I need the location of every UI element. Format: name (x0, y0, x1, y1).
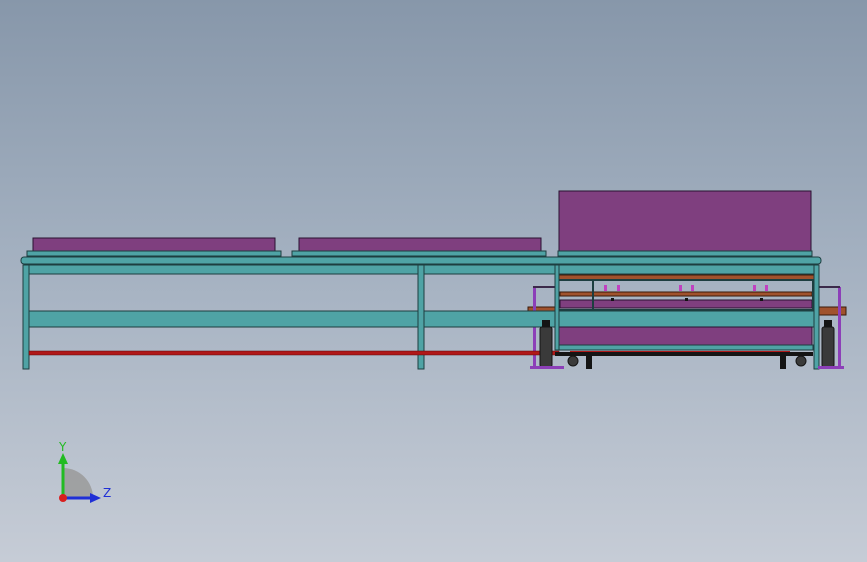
foot-1 (586, 356, 592, 369)
x-axis-dot (59, 494, 67, 502)
cylinder-right-cap (824, 320, 832, 327)
cad-viewport[interactable]: Y Z (0, 0, 867, 562)
lower-press-panel (557, 326, 813, 346)
caster-right (795, 355, 807, 367)
caster-left (567, 355, 579, 367)
y-axis-label: Y (58, 440, 67, 454)
left-post-top (533, 286, 555, 288)
bolt-group-6 (765, 285, 768, 291)
bolt-dot-3 (760, 298, 763, 301)
z-axis-arrow (90, 493, 101, 503)
bolt-group-4 (691, 285, 694, 291)
bolt-group-3 (679, 285, 682, 291)
orientation-triad[interactable]: Y Z (40, 438, 130, 518)
top-rail (20, 256, 822, 265)
bolt-dot-2 (685, 298, 688, 301)
bolt-group-5 (753, 285, 756, 291)
red-lower-rail (28, 350, 560, 356)
right-post-outer (838, 287, 841, 369)
base-bar (555, 352, 813, 356)
top-panel-1 (32, 237, 276, 252)
cylinder-left-cap (542, 320, 550, 327)
press-base (555, 352, 813, 369)
press-housing (558, 190, 812, 252)
panel-base-3 (557, 250, 813, 257)
cylinder-left (539, 326, 553, 368)
top-panel-2 (298, 237, 542, 252)
bolt-group-2 (617, 285, 620, 291)
y-axis-arrow (58, 453, 68, 464)
right-floor-plate (818, 366, 844, 369)
triad-quadrant (63, 468, 93, 498)
leg-right (813, 264, 820, 370)
bolt-dot-1 (611, 298, 614, 301)
lower-press-base (554, 344, 814, 351)
panel-base-1 (26, 250, 282, 257)
bolt-group-1 (604, 285, 607, 291)
foot-2 (780, 356, 786, 369)
machine-model-view[interactable] (0, 0, 867, 562)
panel-base-2 (291, 250, 547, 257)
left-post-outer (533, 287, 536, 369)
panel-bases (26, 250, 813, 257)
right-post-top (818, 286, 840, 288)
wood-plate-bottom (559, 299, 813, 309)
left-floor-plate (530, 366, 564, 369)
leg-left (22, 264, 30, 370)
cylinder-right (821, 326, 835, 368)
press-mechanism (554, 274, 816, 311)
wood-plate-mid (559, 291, 813, 297)
leg-right-unit-left (554, 264, 560, 351)
z-axis-label: Z (103, 486, 111, 500)
right-wood-bracket (818, 306, 847, 316)
